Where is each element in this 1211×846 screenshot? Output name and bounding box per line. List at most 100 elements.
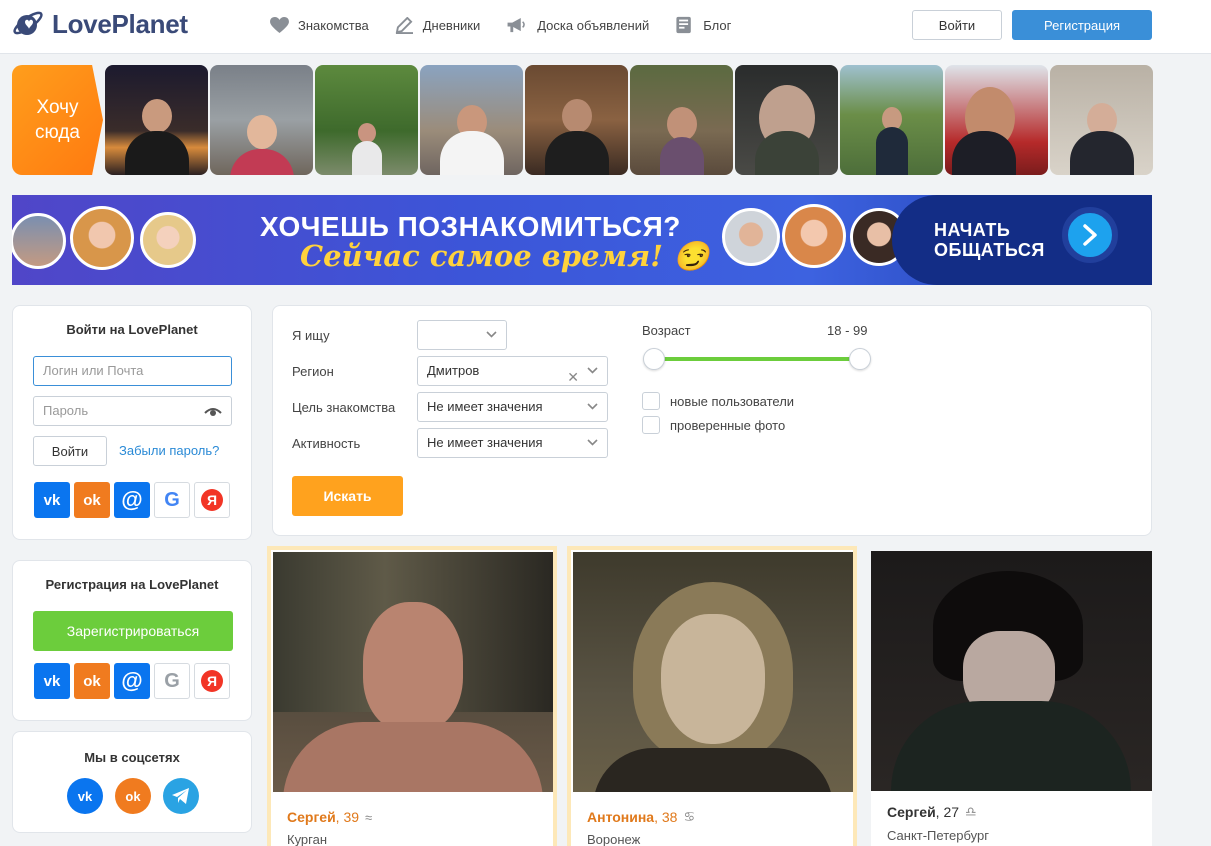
activity-value: Не имеет значения: [427, 435, 543, 450]
banner-cta-line2: ОБЩАТЬСЯ: [934, 240, 1045, 260]
login-card-title: Войти на LovePlanet: [66, 322, 198, 337]
blog-icon: [676, 16, 692, 34]
age-slider-max-handle[interactable]: [849, 348, 871, 370]
chevron-down-icon: [486, 331, 497, 338]
profile-city: Воронеж: [587, 832, 641, 846]
banner-avatar-3: [140, 212, 196, 268]
logo[interactable]: LovePlanet: [12, 8, 188, 40]
strip-photo-10[interactable]: [1050, 65, 1153, 175]
mail-login-icon[interactable]: @: [114, 482, 150, 518]
social-card-title: Мы в соцсетях: [84, 750, 180, 765]
activity-select[interactable]: Не имеет значения: [417, 428, 608, 458]
region-value: Дмитров: [427, 363, 480, 378]
header-login-button[interactable]: Войти: [912, 10, 1002, 40]
banner-arrow-button[interactable]: [1062, 207, 1118, 263]
social-links: vk ok: [61, 778, 205, 814]
banner-avatar-5: [782, 204, 846, 268]
profile-card[interactable]: Сергей , 27 ♎ Санкт-Петербург: [871, 551, 1152, 846]
strip-photo-3[interactable]: [315, 65, 418, 175]
login-card: Войти на LovePlanet Логин или Почта Паро…: [12, 305, 252, 540]
age-range-value: 18 - 99: [827, 323, 868, 338]
banner-avatar-4: [722, 208, 780, 266]
strip-photo-9[interactable]: [945, 65, 1048, 175]
nav-diaries[interactable]: Дневники: [395, 16, 480, 34]
top-header: LovePlanet Знакомства Дневники Доска объ…: [0, 0, 1211, 54]
profile-name[interactable]: Сергей: [287, 809, 336, 825]
brand-name: LovePlanet: [52, 8, 188, 39]
promo-banner[interactable]: ХОЧЕШЬ ПОЗНАКОМИТЬСЯ? Сейчас самое время…: [12, 195, 1152, 285]
ok-community-icon[interactable]: ok: [115, 778, 151, 814]
login-social-row: vk ok @ G Я: [34, 482, 234, 518]
profile-card[interactable]: Антонина , 38 ♋ Воронеж: [567, 546, 857, 846]
strip-photo-7[interactable]: [735, 65, 838, 175]
nav-blog[interactable]: Блог: [675, 16, 731, 34]
register-social-row: vk ok @ G Я: [34, 663, 234, 699]
age-slider-track[interactable]: [653, 357, 861, 361]
header-register-button[interactable]: Регистрация: [1012, 10, 1152, 40]
verified-photos-checkbox[interactable]: [642, 416, 660, 434]
strip-photo-5[interactable]: [525, 65, 628, 175]
eye-icon[interactable]: [204, 406, 222, 418]
region-label: Регион: [292, 364, 334, 379]
nav-blog-label: Блог: [703, 17, 732, 33]
profile-name-line: Антонина , 38 ♋: [587, 809, 695, 825]
profile-card[interactable]: Сергей , 39 ≈ Курган: [267, 546, 557, 846]
banner-avatar-1: [12, 213, 66, 269]
banner-cta-line1: НАЧАТЬ: [934, 220, 1011, 240]
nav-dating[interactable]: Знакомства: [270, 16, 369, 34]
profile-name[interactable]: Антонина: [587, 809, 654, 825]
telegram-icon[interactable]: [163, 778, 199, 814]
strip-photo-1[interactable]: [105, 65, 208, 175]
chevron-down-icon: [587, 367, 598, 374]
region-select[interactable]: Дмитров ✕: [417, 356, 608, 386]
zodiac-icon: ♋: [683, 809, 696, 824]
age-slider-min-handle[interactable]: [643, 348, 665, 370]
banner-cta[interactable]: НАЧАТЬ ОБЩАТЬСЯ: [892, 195, 1152, 285]
want-here-button[interactable]: Хочу сюда: [12, 65, 103, 175]
vk-register-icon[interactable]: vk: [34, 663, 70, 699]
strip-photo-2[interactable]: [210, 65, 313, 175]
chevron-down-icon: [587, 439, 598, 446]
profile-age: , 27: [935, 804, 960, 820]
main-nav: Знакомства Дневники Доска объявлений Бло…: [270, 16, 757, 34]
ok-login-icon[interactable]: ok: [74, 482, 110, 518]
google-register-icon[interactable]: G: [154, 663, 190, 699]
profile-name[interactable]: Сергей: [887, 804, 936, 820]
yandex-login-icon[interactable]: Я: [194, 482, 230, 518]
profile-photo[interactable]: [871, 551, 1152, 791]
login-submit-button[interactable]: Войти: [33, 436, 107, 466]
activity-label: Активность: [292, 436, 361, 451]
profile-city: Санкт-Петербург: [887, 828, 989, 843]
vk-community-icon[interactable]: vk: [67, 778, 103, 814]
zodiac-icon: ≈: [365, 809, 373, 825]
strip-photo-6[interactable]: [630, 65, 733, 175]
profile-name-line: Сергей , 39 ≈: [287, 809, 372, 825]
profile-name-line: Сергей , 27 ♎: [887, 804, 977, 820]
forgot-password-link[interactable]: Забыли пароль?: [119, 443, 219, 458]
yandex-register-icon[interactable]: Я: [194, 663, 230, 699]
search-button[interactable]: Искать: [292, 476, 403, 516]
mail-register-icon[interactable]: @: [114, 663, 150, 699]
strip-photo-8[interactable]: [840, 65, 943, 175]
password-placeholder: Пароль: [43, 403, 89, 418]
chevron-down-icon: [587, 403, 598, 410]
google-login-icon[interactable]: G: [154, 482, 190, 518]
strip-photo-4[interactable]: [420, 65, 523, 175]
profile-photo[interactable]: [273, 552, 553, 792]
password-input[interactable]: Пароль: [33, 396, 232, 426]
profile-photo[interactable]: [573, 552, 853, 792]
seeking-select[interactable]: [417, 320, 507, 350]
new-users-checkbox[interactable]: [642, 392, 660, 410]
banner-avatar-2: [70, 206, 134, 270]
profile-age: , 38: [654, 809, 678, 825]
register-card: Регистрация на LovePlanet Зарегистрирова…: [12, 560, 252, 721]
nav-board[interactable]: Доска объявлений: [506, 16, 649, 34]
seeking-label: Я ищу: [292, 328, 330, 343]
login-input[interactable]: Логин или Почта: [33, 356, 232, 386]
zodiac-icon: ♎: [965, 804, 977, 819]
goal-select[interactable]: Не имеет значения: [417, 392, 608, 422]
register-button[interactable]: Зарегистрироваться: [33, 611, 233, 651]
clear-region-icon[interactable]: ✕: [567, 363, 579, 391]
vk-login-icon[interactable]: vk: [34, 482, 70, 518]
ok-register-icon[interactable]: ok: [74, 663, 110, 699]
